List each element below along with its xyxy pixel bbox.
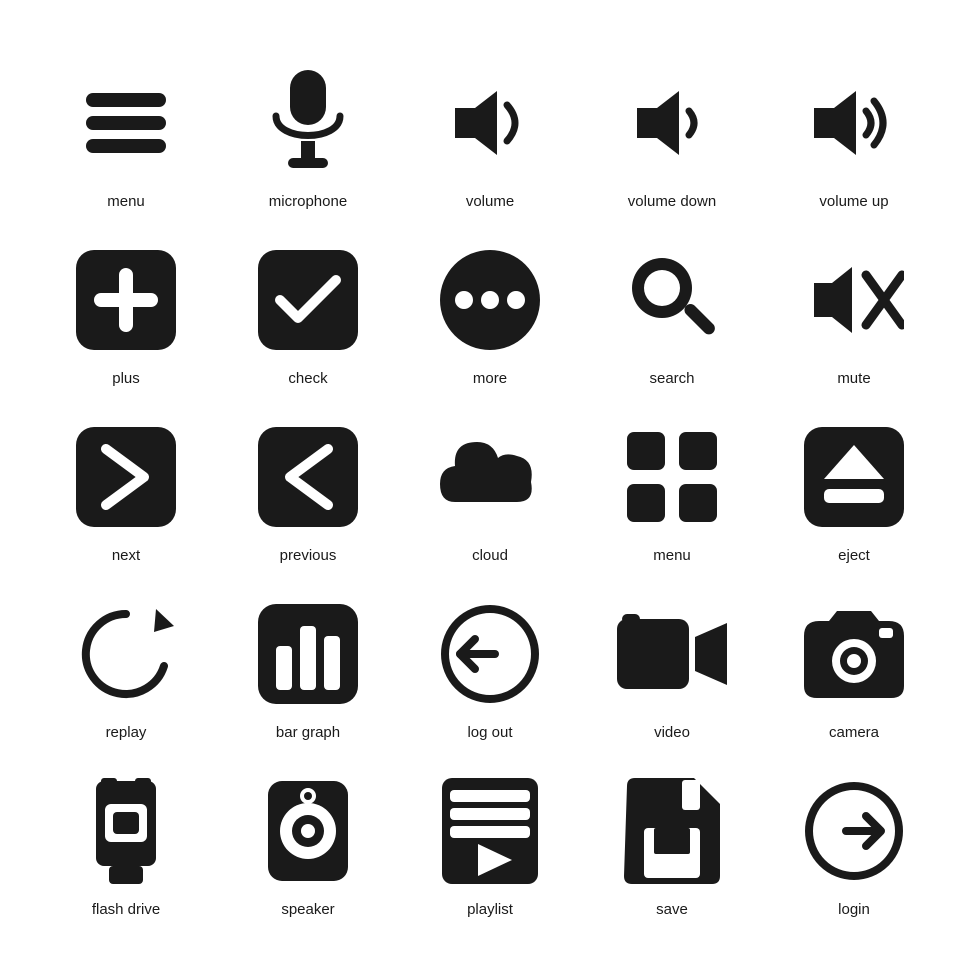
video-label: video	[654, 724, 690, 741]
cloud-label: cloud	[472, 547, 508, 564]
video-icon	[612, 594, 732, 714]
camera-icon	[794, 594, 914, 714]
search-label: search	[649, 370, 694, 387]
cloud-icon	[430, 417, 550, 537]
bar-graph-label: bar graph	[276, 724, 340, 741]
icon-cell-previous: previous	[222, 417, 394, 564]
icon-cell-check: check	[222, 240, 394, 387]
log-out-icon	[430, 594, 550, 714]
icon-cell-save: save	[586, 771, 758, 918]
login-icon	[794, 771, 914, 891]
icon-cell-camera: camera	[768, 594, 940, 741]
volume-down-icon	[612, 63, 732, 183]
icon-grid: menu microphone volume	[0, 23, 980, 958]
save-label: save	[656, 901, 688, 918]
speaker-icon	[248, 771, 368, 891]
playlist-icon	[430, 771, 550, 891]
icon-cell-replay: replay	[40, 594, 212, 741]
icon-cell-next: next	[40, 417, 212, 564]
icon-cell-microphone: microphone	[222, 63, 394, 210]
icon-cell-volume-up: volume up	[768, 63, 940, 210]
bar-graph-icon	[248, 594, 368, 714]
icon-cell-flash-drive: flash drive	[40, 771, 212, 918]
microphone-label: microphone	[269, 193, 347, 210]
volume-icon	[430, 63, 550, 183]
icon-cell-speaker: speaker	[222, 771, 394, 918]
icon-cell-log-out: log out	[404, 594, 576, 741]
previous-icon	[248, 417, 368, 537]
next-icon	[66, 417, 186, 537]
icon-cell-plus: plus	[40, 240, 212, 387]
flash-drive-label: flash drive	[92, 901, 160, 918]
next-label: next	[112, 547, 140, 564]
search-icon	[612, 240, 732, 360]
icon-cell-menu2: menu	[586, 417, 758, 564]
flash-drive-icon	[66, 771, 186, 891]
plus-icon	[66, 240, 186, 360]
menu-label: menu	[107, 193, 145, 210]
icon-cell-volume: volume	[404, 63, 576, 210]
icon-cell-menu: menu	[40, 63, 212, 210]
plus-label: plus	[112, 370, 140, 387]
icon-cell-mute: mute	[768, 240, 940, 387]
microphone-icon	[248, 63, 368, 183]
eject-label: eject	[838, 547, 870, 564]
camera-label: camera	[829, 724, 879, 741]
icon-cell-cloud: cloud	[404, 417, 576, 564]
log-out-label: log out	[467, 724, 512, 741]
icon-cell-eject: eject	[768, 417, 940, 564]
menu-icon	[66, 63, 186, 183]
icon-cell-video: video	[586, 594, 758, 741]
replay-icon	[66, 594, 186, 714]
icon-cell-login: login	[768, 771, 940, 918]
volume-up-label: volume up	[819, 193, 888, 210]
icon-cell-search: search	[586, 240, 758, 387]
more-icon	[430, 240, 550, 360]
previous-label: previous	[280, 547, 337, 564]
menu2-label: menu	[653, 547, 691, 564]
eject-icon	[794, 417, 914, 537]
icon-cell-bar-graph: bar graph	[222, 594, 394, 741]
volume-up-icon	[794, 63, 914, 183]
icon-cell-playlist: playlist	[404, 771, 576, 918]
volume-down-label: volume down	[628, 193, 716, 210]
menu2-icon	[612, 417, 732, 537]
playlist-label: playlist	[467, 901, 513, 918]
login-label: login	[838, 901, 870, 918]
replay-label: replay	[106, 724, 147, 741]
save-icon	[612, 771, 732, 891]
mute-label: mute	[837, 370, 870, 387]
speaker-label: speaker	[281, 901, 334, 918]
check-label: check	[288, 370, 327, 387]
icon-cell-more: more	[404, 240, 576, 387]
icon-cell-volume-down: volume down	[586, 63, 758, 210]
more-label: more	[473, 370, 507, 387]
check-icon	[248, 240, 368, 360]
volume-label: volume	[466, 193, 514, 210]
mute-icon	[794, 240, 914, 360]
